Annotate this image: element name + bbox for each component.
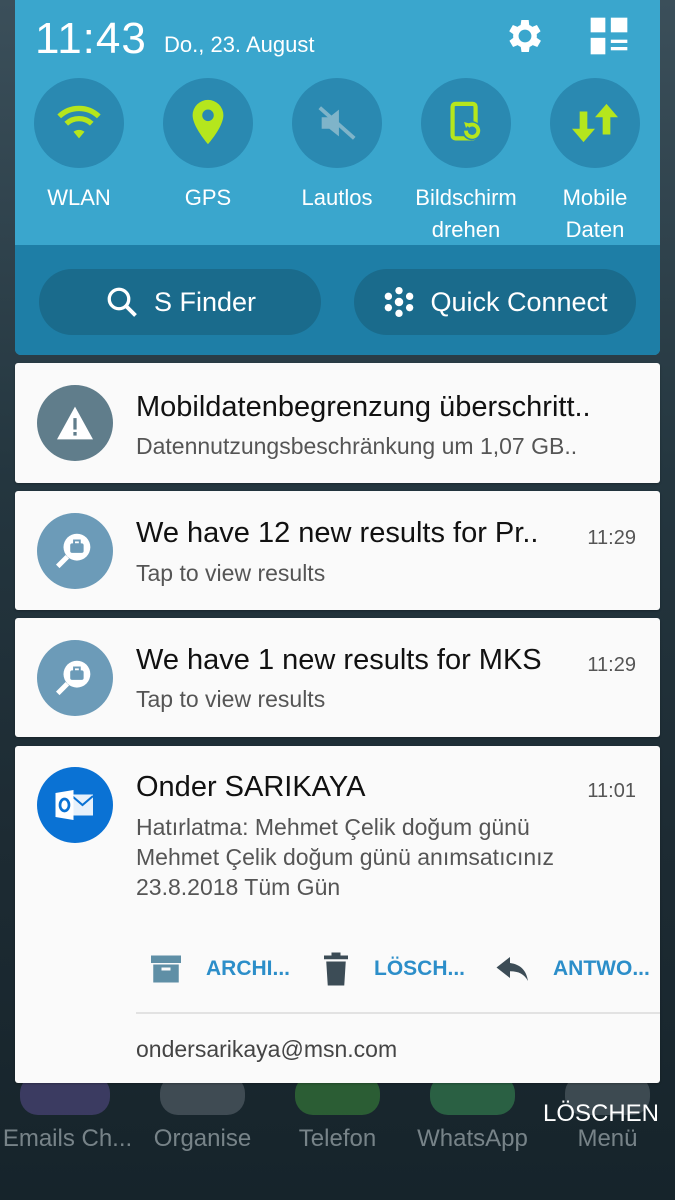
notification-time: 11:29 xyxy=(587,527,636,549)
dock-label-menu: Menü xyxy=(577,1125,638,1152)
toggle-lautlos[interactable]: Lautlos xyxy=(273,78,401,214)
toggle-label: Lautlos xyxy=(301,185,373,210)
wifi-icon xyxy=(34,78,124,168)
mute-icon xyxy=(292,78,382,168)
settings-gear-icon[interactable] xyxy=(503,14,547,58)
notification-job-results-2[interactable]: We have 1 new results for MKS 11:29 Tap … xyxy=(15,618,660,737)
archive-label: ARCHI... xyxy=(206,957,290,980)
delete-label: LÖSCH... xyxy=(374,957,466,980)
dock-label-emails: Emails Ch... xyxy=(2,1125,133,1152)
notification-time: 11:29 xyxy=(587,654,636,676)
edit-quick-settings-icon[interactable] xyxy=(587,14,631,58)
clock: 11:43 xyxy=(35,14,147,63)
notification-body-line: Hatırlatma: Mehmet Çelik doğum günü xyxy=(136,814,530,840)
job-search-icon xyxy=(37,513,113,589)
warning-icon xyxy=(37,385,113,461)
account-email: ondersarikaya@msn.com xyxy=(136,1036,398,1062)
toggle-gps[interactable]: GPS xyxy=(144,78,272,214)
notification-outlook-email[interactable]: Onder SARIKAYA 11:01 Hatırlatma: Mehmet … xyxy=(15,746,660,1083)
dock-label-organise: Organise xyxy=(153,1125,252,1152)
notification-body-line: 23.8.2018 Tüm Gün xyxy=(136,874,341,900)
toggle-label: Mobile Daten xyxy=(562,185,628,242)
notification-title: We have 12 new results for Pr.. xyxy=(136,517,539,549)
toggle-mobile-daten[interactable]: Mobile Daten xyxy=(531,78,659,246)
archive-icon xyxy=(151,955,181,983)
notification-title: Mobildatenbegrenzung überschritt.. xyxy=(136,391,591,423)
toggle-label: WLAN xyxy=(47,185,111,210)
notification-body-line: Mehmet Çelik doğum günü anımsatıcınız xyxy=(136,844,555,870)
trash-icon xyxy=(324,952,348,986)
notification-subtitle: Tap to view results xyxy=(136,686,326,712)
search-icon xyxy=(107,287,137,317)
toggle-label: Bildschirm drehen xyxy=(415,185,517,242)
s-finder-button[interactable]: S Finder xyxy=(39,269,321,335)
s-finder-label: S Finder xyxy=(153,286,257,317)
clear-all-button[interactable]: LÖSCHEN xyxy=(543,1100,659,1128)
toggle-bildschirm-drehen[interactable]: Bildschirm drehen xyxy=(402,78,530,246)
dock-label-telefon: Telefon xyxy=(298,1125,377,1152)
location-pin-icon xyxy=(163,78,253,168)
job-search-icon xyxy=(37,640,113,716)
reply-label: ANTWO... xyxy=(553,957,650,980)
quick-connect-label: Quick Connect xyxy=(430,286,608,317)
quick-connect-button[interactable]: Quick Connect xyxy=(354,269,636,335)
toggle-label: GPS xyxy=(184,185,232,210)
rotate-screen-icon xyxy=(421,78,511,168)
notification-title: We have 1 new results for MKS xyxy=(136,644,542,676)
mobile-data-icon xyxy=(550,78,640,168)
quick-settings-panel: 11:43 Do., 23. August WLAN GPS Lautlos B… xyxy=(15,0,660,355)
notification-subtitle: Tap to view results xyxy=(136,560,326,586)
quick-connect-icon xyxy=(385,286,414,318)
notification-title: Onder SARIKAYA xyxy=(136,771,366,803)
date: Do., 23. August xyxy=(164,32,315,57)
outlook-icon xyxy=(37,767,113,843)
notification-data-limit[interactable]: Mobildatenbegrenzung überschritt.. Daten… xyxy=(15,363,660,483)
notification-time: 11:01 xyxy=(587,780,636,802)
toggle-wlan[interactable]: WLAN xyxy=(15,78,143,214)
divider xyxy=(136,1012,660,1014)
notification-subtitle: Datennutzungsbeschränkung um 1,07 GB.. xyxy=(136,433,578,459)
notification-job-results-1[interactable]: We have 12 new results for Pr.. 11:29 Ta… xyxy=(15,491,660,610)
archive-button[interactable]: ARCHI... xyxy=(148,946,290,992)
dock-label-whatsapp: WhatsApp xyxy=(417,1125,528,1152)
reply-button[interactable]: ANTWO... xyxy=(495,946,650,992)
reply-icon xyxy=(496,957,528,981)
delete-button[interactable]: LÖSCH... xyxy=(320,946,465,992)
